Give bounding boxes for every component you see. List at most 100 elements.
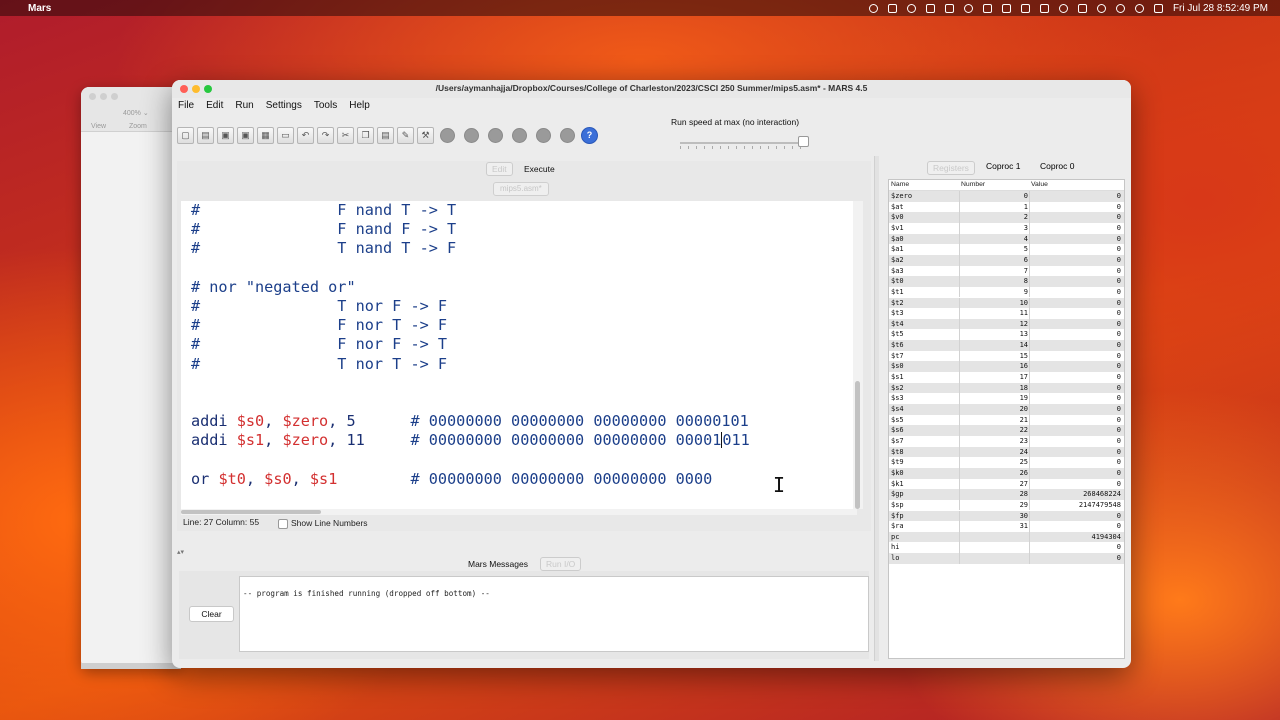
dump-memory-icon[interactable]: ▦ bbox=[257, 126, 274, 144]
control-center-icon[interactable] bbox=[1153, 3, 1163, 13]
register-row[interactable]: hi 0 bbox=[889, 542, 1124, 554]
code-line[interactable]: addi $s1, $zero, 11 # 00000000 00000000 … bbox=[191, 431, 750, 450]
run-icon[interactable] bbox=[440, 127, 455, 143]
copy-icon[interactable]: ❐ bbox=[357, 126, 374, 144]
tab-edit[interactable]: Edit bbox=[486, 162, 513, 176]
register-row[interactable]: $gp 28 268468224 bbox=[889, 489, 1124, 500]
code-editor[interactable]: # F nand T -> T # F nand F -> T # T nand T… bbox=[181, 201, 857, 509]
register-row[interactable]: $k1 27 0 bbox=[889, 478, 1124, 490]
camera-icon[interactable] bbox=[982, 3, 992, 13]
code-line[interactable]: addi $s0, $zero, 5 # 00000000 00000000 0… bbox=[191, 412, 749, 431]
register-row[interactable]: lo 0 bbox=[889, 553, 1124, 564]
help-icon[interactable]: ? bbox=[581, 126, 598, 144]
close-dot-icon[interactable] bbox=[89, 93, 96, 100]
preview-scrollbar[interactable] bbox=[81, 663, 181, 669]
code-line[interactable]: # nor "negated or" bbox=[191, 278, 356, 297]
register-row[interactable]: $t8 24 0 bbox=[889, 446, 1124, 458]
reset-icon[interactable] bbox=[560, 127, 575, 143]
tab-coproc-0[interactable]: Coproc 0 bbox=[1040, 161, 1075, 171]
code-line[interactable]: # T nand T -> F bbox=[191, 239, 456, 258]
register-row[interactable]: $a2 6 0 bbox=[889, 254, 1124, 266]
preview-zoom-level[interactable]: 400% ⌄ bbox=[123, 109, 149, 117]
panel-divider[interactable] bbox=[874, 156, 879, 661]
wifi-icon[interactable] bbox=[1115, 3, 1125, 13]
tools-icon[interactable] bbox=[1039, 3, 1049, 13]
editor-horizontal-scroll-thumb[interactable] bbox=[181, 510, 321, 514]
register-row[interactable]: $a1 5 0 bbox=[889, 244, 1124, 255]
sync-icon[interactable] bbox=[906, 3, 916, 13]
spotlight-search-icon[interactable] bbox=[1134, 3, 1144, 13]
menu-tools[interactable]: Tools bbox=[314, 100, 337, 111]
gamepad-icon[interactable] bbox=[1001, 3, 1011, 13]
register-row[interactable]: $v1 3 0 bbox=[889, 222, 1124, 234]
register-row[interactable]: $s3 19 0 bbox=[889, 393, 1124, 404]
register-row[interactable]: $s5 21 0 bbox=[889, 414, 1124, 426]
cut-icon[interactable]: ✂ bbox=[337, 126, 354, 144]
messages-text-area[interactable]: -- program is finished running (dropped … bbox=[239, 576, 869, 652]
register-row[interactable]: $s1 17 0 bbox=[889, 372, 1124, 383]
register-row[interactable]: $ra 31 0 bbox=[889, 521, 1124, 532]
show-line-numbers-checkbox[interactable] bbox=[278, 519, 288, 529]
register-row[interactable]: $sp 29 2147479548 bbox=[889, 499, 1124, 511]
code-line[interactable]: # F nor T -> F bbox=[191, 316, 447, 335]
register-row[interactable]: $a3 7 0 bbox=[889, 265, 1124, 277]
bluetooth-icon[interactable] bbox=[1096, 3, 1106, 13]
register-row[interactable]: $s6 22 0 bbox=[889, 425, 1124, 436]
menu-file[interactable]: File bbox=[178, 100, 194, 111]
register-row[interactable]: $at 1 0 bbox=[889, 201, 1124, 213]
register-row[interactable]: $zero 0 0 bbox=[889, 191, 1124, 202]
code-line[interactable]: # T nor F -> F bbox=[191, 297, 447, 316]
battery-icon[interactable] bbox=[1077, 3, 1087, 13]
run-speed-slider-handle[interactable] bbox=[798, 136, 809, 147]
stop-icon[interactable] bbox=[536, 127, 551, 143]
menubar-clock[interactable]: Fri Jul 28 8:52:49 PM bbox=[1173, 3, 1268, 14]
file-tab[interactable]: mips5.asm* bbox=[493, 182, 549, 196]
tab-run-io[interactable]: Run I/O bbox=[540, 557, 582, 571]
register-row[interactable]: $s4 20 0 bbox=[889, 404, 1124, 415]
header-number[interactable]: Number bbox=[961, 181, 985, 188]
clear-button[interactable]: Clear bbox=[189, 606, 234, 622]
register-row[interactable]: $s2 18 0 bbox=[889, 382, 1124, 394]
assemble-icon[interactable]: ⚒ bbox=[417, 126, 434, 144]
paste-icon[interactable]: ▤ bbox=[377, 126, 394, 144]
undo-icon[interactable]: ↶ bbox=[297, 126, 314, 144]
redo-icon[interactable]: ↷ bbox=[317, 126, 334, 144]
register-row[interactable]: $a0 4 0 bbox=[889, 233, 1124, 245]
header-value[interactable]: Value bbox=[1031, 181, 1048, 188]
register-row[interactable]: $t2 10 0 bbox=[889, 297, 1124, 309]
register-row[interactable]: $t3 11 0 bbox=[889, 308, 1124, 319]
register-row[interactable]: $s0 16 0 bbox=[889, 361, 1124, 373]
find-replace-icon[interactable]: ✎ bbox=[397, 126, 414, 144]
print-icon[interactable]: ▭ bbox=[277, 126, 294, 144]
zoom-dot-icon[interactable] bbox=[111, 93, 118, 100]
play-icon[interactable] bbox=[1058, 3, 1068, 13]
tab-registers[interactable]: Registers bbox=[927, 161, 975, 175]
show-line-numbers-label[interactable]: Show Line Numbers bbox=[291, 518, 368, 528]
register-row[interactable]: $t9 25 0 bbox=[889, 457, 1124, 468]
code-line[interactable]: # F nor F -> T bbox=[191, 335, 447, 354]
calendar-icon[interactable] bbox=[925, 3, 935, 13]
register-row[interactable]: $t5 13 0 bbox=[889, 329, 1124, 341]
editor-vertical-scroll-thumb[interactable] bbox=[855, 381, 860, 509]
preview-window[interactable]: 400% ⌄ View Zoom bbox=[81, 87, 181, 669]
new-file-icon[interactable]: ▢ bbox=[177, 126, 194, 144]
code-line[interactable]: or $t0, $s0, $s1 # 00000000 00000000 000… bbox=[191, 470, 712, 489]
tab-execute[interactable]: Execute bbox=[518, 162, 561, 176]
save-as-icon[interactable]: ▣ bbox=[237, 126, 254, 144]
register-row[interactable]: pc 4194304 bbox=[889, 531, 1124, 543]
tab-mars-messages[interactable]: Mars Messages bbox=[462, 557, 534, 571]
code-line[interactable]: # F nand F -> T bbox=[191, 220, 456, 239]
dropbox-icon[interactable] bbox=[887, 3, 897, 13]
menu-help[interactable]: Help bbox=[349, 100, 370, 111]
backstep-icon[interactable] bbox=[488, 127, 503, 143]
tab-coproc-1[interactable]: Coproc 1 bbox=[986, 161, 1021, 171]
register-row[interactable]: $t4 12 0 bbox=[889, 318, 1124, 330]
record-icon[interactable] bbox=[868, 3, 878, 13]
step-icon[interactable] bbox=[464, 127, 479, 143]
window-icon[interactable] bbox=[944, 3, 954, 13]
menu-settings[interactable]: Settings bbox=[266, 100, 302, 111]
register-row[interactable]: $fp 30 0 bbox=[889, 510, 1124, 522]
minimize-dot-icon[interactable] bbox=[100, 93, 107, 100]
run-speed-slider[interactable] bbox=[680, 142, 806, 144]
register-row[interactable]: $t0 8 0 bbox=[889, 276, 1124, 287]
